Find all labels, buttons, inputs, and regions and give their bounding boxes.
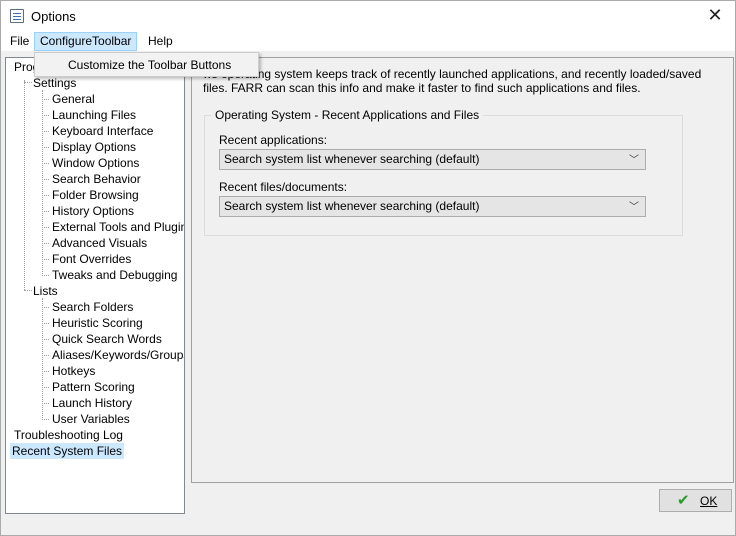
recent-applications-value: Search system list whenever searching (d…	[224, 152, 480, 166]
tree-item-launching-files[interactable]: Launching Files	[50, 107, 138, 123]
close-icon[interactable]: ✕	[695, 1, 735, 31]
tree-item-launch-history[interactable]: Launch History	[50, 395, 134, 411]
tree-item-history-options[interactable]: History Options	[50, 203, 136, 219]
group-title: Operating System - Recent Applications a…	[211, 108, 484, 122]
recent-files-select[interactable]: Search system list whenever searching (d…	[219, 196, 646, 217]
tree-item-folder-browsing[interactable]: Folder Browsing	[50, 187, 141, 203]
tree-connector	[42, 339, 49, 340]
options-tree[interactable]: Prog Settings General Launching Files Ke…	[5, 57, 185, 514]
tree-connector	[42, 90, 43, 274]
checkmark-icon: ✔	[677, 491, 690, 509]
menu-file[interactable]: File	[4, 32, 35, 51]
options-window: Options ✕ File ConfigureToolbar Help Cus…	[0, 0, 736, 536]
recent-files-value: Search system list whenever searching (d…	[224, 199, 480, 213]
tree-connector	[42, 179, 49, 180]
title-bar: Options ✕	[1, 1, 735, 31]
recent-files-label: Recent files/documents:	[219, 180, 348, 194]
menu-help[interactable]: Help	[142, 32, 179, 51]
tree-connector	[42, 298, 43, 418]
page-description: ws operating system keeps track of recen…	[203, 67, 702, 95]
tree-connector	[42, 323, 49, 324]
tree-item-aliases-keywords-groups[interactable]: Aliases/Keywords/Groups	[50, 347, 184, 363]
tree-item-pattern-scoring[interactable]: Pattern Scoring	[50, 379, 137, 395]
tree-connector	[42, 259, 49, 260]
tree-connector	[42, 419, 49, 420]
tree-connector	[24, 80, 25, 290]
tree-item-troubleshooting-log[interactable]: Troubleshooting Log	[12, 427, 125, 443]
settings-content-panel: ws operating system keeps track of recen…	[191, 57, 734, 483]
tree-item-hotkeys[interactable]: Hotkeys	[50, 363, 97, 379]
tree-item-user-variables[interactable]: User Variables	[50, 411, 132, 427]
menu-item-customize-toolbar-buttons[interactable]: Customize the Toolbar Buttons	[68, 58, 231, 72]
tree-item-tweaks-and-debugging[interactable]: Tweaks and Debugging	[50, 267, 179, 283]
tree-connector	[42, 387, 49, 388]
tree-connector	[42, 371, 49, 372]
window-title: Options	[31, 9, 76, 24]
tree-item-general[interactable]: General	[50, 91, 97, 107]
configure-toolbar-dropdown: Customize the Toolbar Buttons	[34, 52, 259, 77]
tree-item-search-folders[interactable]: Search Folders	[50, 299, 135, 315]
app-options-icon	[10, 9, 24, 23]
recent-applications-label: Recent applications:	[219, 133, 328, 147]
tree-connector	[42, 147, 49, 148]
menu-configure-toolbar[interactable]: ConfigureToolbar	[34, 32, 138, 51]
tree-item-recent-system-files[interactable]: Recent System Files	[10, 443, 125, 459]
tree-connector	[42, 275, 49, 276]
tree-item-window-options[interactable]: Window Options	[50, 155, 141, 171]
tree-connector	[42, 99, 49, 100]
recent-applications-select[interactable]: Search system list whenever searching (d…	[219, 149, 646, 170]
tree-connector	[42, 211, 49, 212]
tree-connector	[42, 243, 49, 244]
tree-item-search-behavior[interactable]: Search Behavior	[50, 171, 143, 187]
ok-button-label: OK	[700, 494, 718, 508]
tree-item-external-tools-and-plugins[interactable]: External Tools and Plugins	[50, 219, 184, 235]
tree-connector	[42, 403, 49, 404]
tree-item-quick-search-words[interactable]: Quick Search Words	[50, 331, 164, 347]
tree-item-advanced-visuals[interactable]: Advanced Visuals	[50, 235, 149, 251]
tree-connector	[42, 307, 49, 308]
tree-connector	[42, 227, 49, 228]
chevron-down-icon: ﹀	[629, 155, 639, 166]
tree-item-display-options[interactable]: Display Options	[50, 139, 138, 155]
tree-item-keyboard-interface[interactable]: Keyboard Interface	[50, 123, 155, 139]
tree-connector	[42, 115, 49, 116]
tree-item-heuristic-scoring[interactable]: Heuristic Scoring	[50, 315, 145, 331]
recent-apps-files-group: Operating System - Recent Applications a…	[204, 108, 683, 236]
tree-connector	[42, 131, 49, 132]
tree-connector	[42, 163, 49, 164]
tree-item-font-overrides[interactable]: Font Overrides	[50, 251, 133, 267]
menu-bar: File ConfigureToolbar Help	[1, 31, 735, 51]
tree-item-settings[interactable]: Settings	[31, 75, 78, 91]
tree-connector	[42, 195, 49, 196]
ok-button[interactable]: ✔ OK	[659, 489, 732, 512]
tree-item-lists[interactable]: Lists	[31, 283, 60, 299]
tree-connector	[42, 355, 49, 356]
chevron-down-icon: ﹀	[629, 202, 639, 213]
